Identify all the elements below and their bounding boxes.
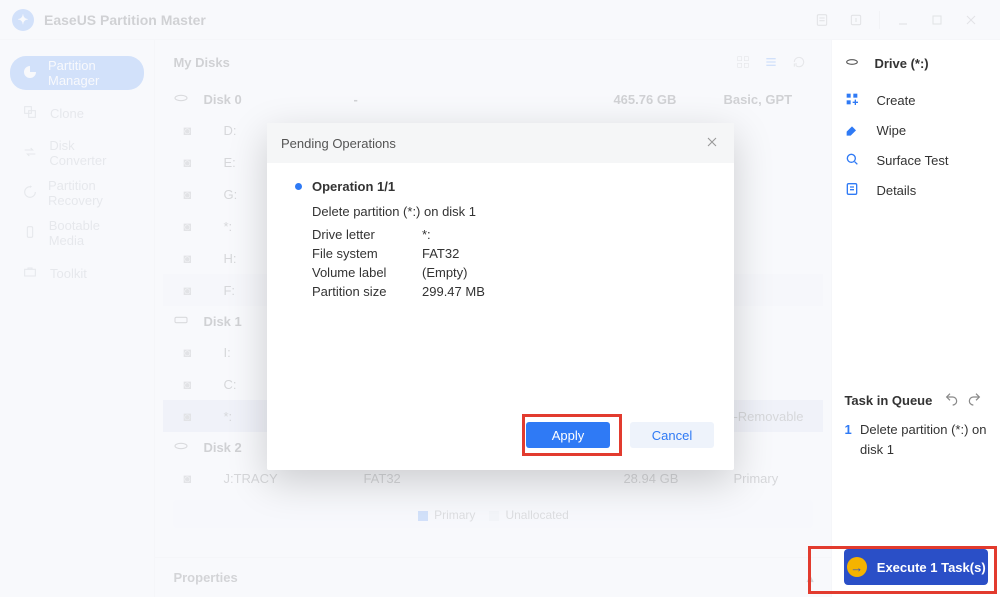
operation-description: Delete partition (*:) on disk 1 bbox=[312, 204, 706, 219]
queue-index: 1 bbox=[844, 420, 860, 440]
action-details[interactable]: Details bbox=[844, 175, 988, 205]
details-icon bbox=[844, 181, 866, 200]
undo-button[interactable] bbox=[944, 391, 966, 410]
operation-heading: Operation 1/1 bbox=[295, 179, 706, 194]
right-panel: Drive (*:) Create Wipe Surface Test Deta… bbox=[832, 40, 1000, 597]
right-panel-title: Drive (*:) bbox=[844, 54, 988, 73]
kv-value: FAT32 bbox=[422, 246, 706, 261]
kv-value: (Empty) bbox=[422, 265, 706, 280]
kv-value: *: bbox=[422, 227, 706, 242]
right-panel-drive: Drive (*:) bbox=[874, 56, 928, 71]
kv-key: Partition size bbox=[312, 284, 422, 299]
eraser-icon bbox=[844, 121, 866, 140]
kv-value: 299.47 MB bbox=[422, 284, 706, 299]
kv-key: Volume label bbox=[312, 265, 422, 280]
undo-icon bbox=[944, 391, 960, 407]
execute-tasks-button[interactable]: → Execute 1 Task(s) bbox=[844, 549, 988, 585]
kv-key: Drive letter bbox=[312, 227, 422, 242]
queue-title: Task in Queue bbox=[844, 393, 932, 408]
operation-label: Operation 1/1 bbox=[312, 179, 395, 194]
drive-icon bbox=[844, 54, 866, 73]
pending-operations-modal: Pending Operations Operation 1/1 Delete … bbox=[267, 123, 734, 470]
action-create[interactable]: Create bbox=[844, 85, 988, 115]
action-label: Wipe bbox=[876, 123, 906, 138]
grid-plus-icon bbox=[844, 91, 866, 110]
action-label: Surface Test bbox=[876, 153, 948, 168]
scan-icon bbox=[844, 151, 866, 170]
apply-button[interactable]: Apply bbox=[526, 422, 610, 448]
queue-header: Task in Queue bbox=[844, 391, 988, 410]
bullet-icon bbox=[295, 183, 302, 190]
redo-button[interactable] bbox=[966, 391, 988, 410]
queue-item[interactable]: 1 Delete partition (*:) on disk 1 bbox=[844, 420, 988, 459]
action-surface-test[interactable]: Surface Test bbox=[844, 145, 988, 175]
arrow-right-circle-icon: → bbox=[847, 557, 867, 577]
modal-body: Operation 1/1 Delete partition (*:) on d… bbox=[267, 163, 734, 422]
modal-title: Pending Operations bbox=[281, 136, 396, 151]
cancel-label: Cancel bbox=[652, 428, 692, 443]
kv-key: File system bbox=[312, 246, 422, 261]
modal-close-button[interactable] bbox=[704, 134, 720, 153]
action-label: Create bbox=[876, 93, 915, 108]
modal-header: Pending Operations bbox=[267, 123, 734, 163]
redo-icon bbox=[966, 391, 982, 407]
operation-details: Drive letter *: File system FAT32 Volume… bbox=[312, 227, 706, 299]
queue-text: Delete partition (*:) on disk 1 bbox=[860, 420, 988, 459]
close-icon bbox=[704, 134, 720, 150]
execute-label: Execute 1 Task(s) bbox=[877, 560, 986, 575]
action-label: Details bbox=[876, 183, 916, 198]
cancel-button[interactable]: Cancel bbox=[630, 422, 714, 448]
apply-label: Apply bbox=[552, 428, 585, 443]
action-wipe[interactable]: Wipe bbox=[844, 115, 988, 145]
modal-footer: Apply Cancel bbox=[267, 422, 734, 470]
